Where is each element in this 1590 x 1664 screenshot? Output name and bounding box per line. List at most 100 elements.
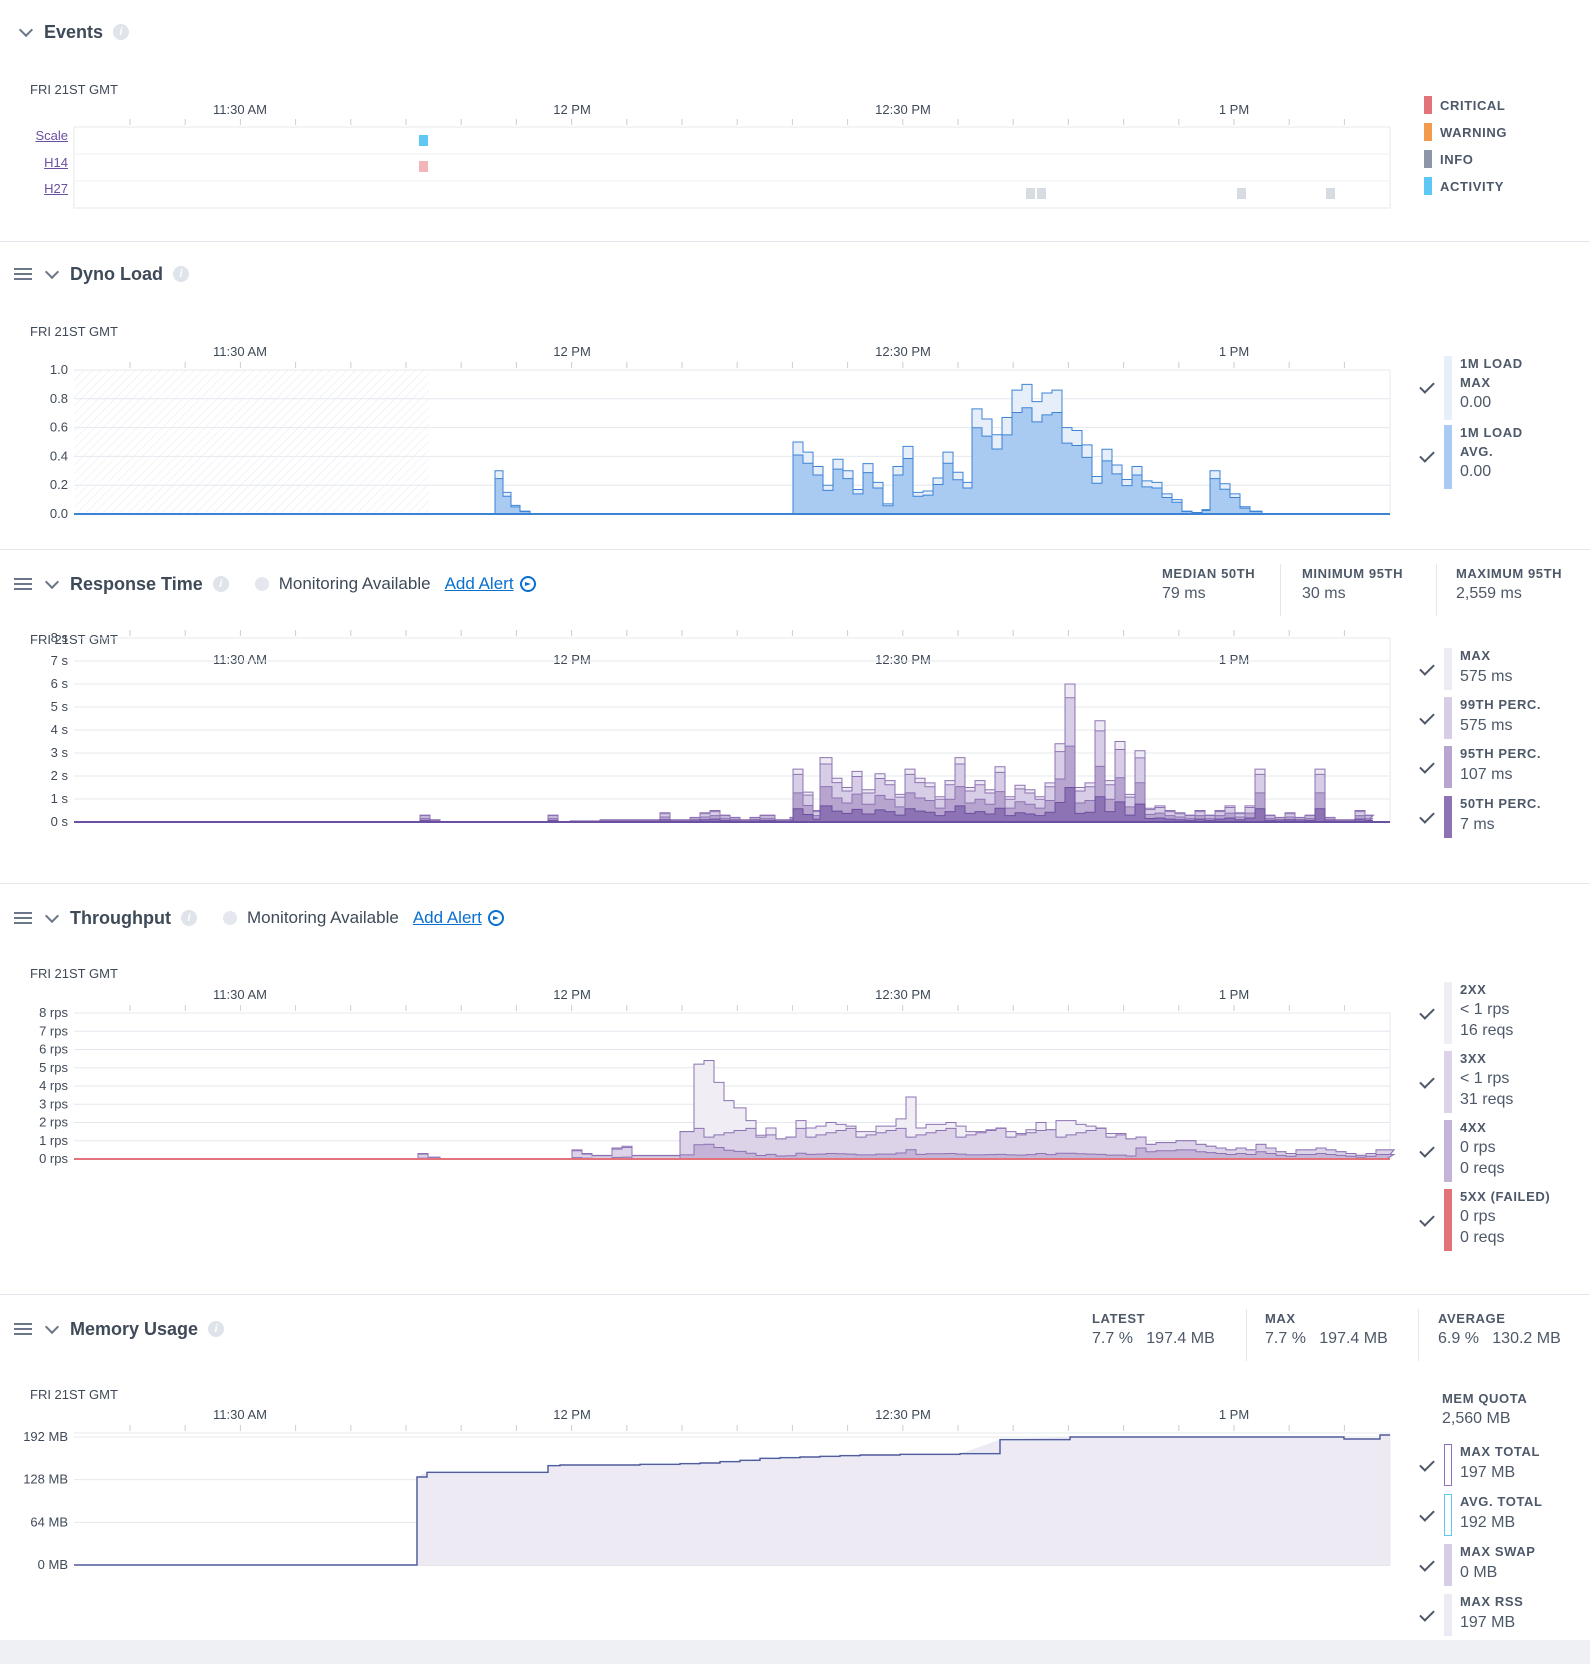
check-icon[interactable] bbox=[1419, 1073, 1435, 1089]
legend-50th-perc[interactable]: 50TH PERC. 7 ms bbox=[1419, 796, 1580, 840]
y-tick-label: 0.6 bbox=[50, 420, 68, 435]
legend-name: AVG. bbox=[1460, 444, 1494, 459]
legend-value: 192 MB bbox=[1460, 1514, 1516, 1531]
y-tick-label: 1.0 bbox=[50, 362, 68, 377]
legend-max-total[interactable]: MAX TOTAL 197 MB bbox=[1419, 1444, 1580, 1488]
check-icon[interactable] bbox=[1419, 1211, 1435, 1227]
check-icon[interactable] bbox=[1419, 660, 1435, 676]
legend-value: 0 MB bbox=[1460, 1564, 1498, 1581]
legend-swatch bbox=[1444, 1120, 1452, 1182]
check-icon[interactable] bbox=[1419, 447, 1435, 463]
check-icon[interactable] bbox=[1419, 1456, 1435, 1472]
legend-name: 4XX bbox=[1460, 1120, 1487, 1135]
legend-reqs: 31 reqs bbox=[1460, 1091, 1514, 1108]
check-icon[interactable] bbox=[1419, 758, 1435, 774]
legend-2xx[interactable]: 2XX < 1 rps 16 reqs bbox=[1419, 982, 1580, 1046]
legend-name: 50TH PERC. bbox=[1460, 796, 1542, 811]
check-icon[interactable] bbox=[1419, 1556, 1435, 1572]
legend-critical[interactable]: CRITICAL bbox=[1424, 96, 1505, 114]
legend-swatch bbox=[1444, 356, 1452, 420]
memory-chart[interactable]: 192 MB 128 MB 64 MB 0 MB bbox=[0, 1295, 1590, 1640]
info-event-marker[interactable] bbox=[1026, 188, 1035, 199]
legend-activity[interactable]: ACTIVITY bbox=[1424, 177, 1504, 195]
memory-usage-section: Memory Usage i LATEST 7.7 % 197.4 MB MAX… bbox=[0, 1295, 1590, 1640]
info-event-marker[interactable] bbox=[1037, 188, 1046, 199]
legend-swatch bbox=[1444, 796, 1452, 838]
legend-max[interactable]: MAX 575 ms bbox=[1419, 648, 1580, 692]
y-tick-label: 6 s bbox=[51, 676, 69, 691]
rt-p99-area bbox=[419, 697, 1375, 823]
legend-swatch bbox=[1444, 425, 1452, 489]
legend-label: WARNING bbox=[1440, 124, 1508, 140]
info-event-marker[interactable] bbox=[1237, 188, 1246, 199]
response-time-chart[interactable]: 8 s 7 s 6 s 5 s 4 s 3 s 2 s 1 s 0 s bbox=[0, 550, 1590, 884]
check-icon[interactable] bbox=[1419, 378, 1435, 394]
check-icon[interactable] bbox=[1419, 1506, 1435, 1522]
legend-1m-load-avg[interactable]: 1M LOAD AVG. 0.00 bbox=[1419, 425, 1580, 491]
dyno-load-chart[interactable]: 1.0 0.8 0.6 0.4 0.2 0.0 bbox=[0, 242, 1590, 550]
legend-max-swap[interactable]: MAX SWAP 0 MB bbox=[1419, 1544, 1580, 1588]
page-footer-strip bbox=[0, 1640, 1590, 1664]
legend-value: 0.00 bbox=[1460, 394, 1492, 411]
legend-name: 5XX (FAILED) bbox=[1460, 1189, 1551, 1204]
y-tick-label: 4 s bbox=[51, 722, 69, 737]
y-tick-label: 7 s bbox=[51, 653, 69, 668]
info-swatch bbox=[1424, 150, 1432, 168]
response-time-section: Response Time i Monitoring Available Add… bbox=[0, 550, 1590, 884]
no-data-region bbox=[74, 370, 429, 514]
y-tick-label: 4 rps bbox=[39, 1078, 68, 1093]
legend-value: 575 ms bbox=[1460, 668, 1513, 685]
y-tick-label: 1 rps bbox=[39, 1133, 68, 1148]
y-tick-label: 5 s bbox=[51, 699, 69, 714]
legend-5xx-failed[interactable]: 5XX (FAILED) 0 rps 0 reqs bbox=[1419, 1189, 1580, 1253]
y-tick-label: 7 rps bbox=[39, 1023, 68, 1038]
check-icon[interactable] bbox=[1419, 1004, 1435, 1020]
throughput-chart[interactable]: 8 rps 7 rps 6 rps 5 rps 4 rps 3 rps 2 rps 1 rps… bbox=[0, 884, 1590, 1295]
legend-label: CRITICAL bbox=[1440, 97, 1506, 113]
load-avg-area bbox=[494, 407, 1270, 515]
legend-info[interactable]: INFO bbox=[1424, 150, 1473, 168]
activity-event-marker[interactable] bbox=[419, 135, 428, 146]
legend-95th-perc[interactable]: 95TH PERC. 107 ms bbox=[1419, 746, 1580, 790]
warning-swatch bbox=[1424, 123, 1432, 141]
tp-series bbox=[74, 1059, 1396, 1160]
critical-swatch bbox=[1424, 96, 1432, 114]
legend-warning[interactable]: WARNING bbox=[1424, 123, 1507, 141]
legend-name: MAX SWAP bbox=[1460, 1544, 1536, 1559]
legend-swatch bbox=[1444, 982, 1452, 1044]
legend-avg-total[interactable]: AVG. TOTAL 192 MB bbox=[1419, 1494, 1580, 1538]
legend-name: 1M LOAD bbox=[1460, 425, 1523, 440]
check-icon[interactable] bbox=[1419, 1142, 1435, 1158]
y-tick-label: 0 rps bbox=[39, 1151, 68, 1166]
legend-swatch bbox=[1444, 1544, 1452, 1586]
legend-99th-perc[interactable]: 99TH PERC. 575 ms bbox=[1419, 697, 1580, 741]
y-tick-label: 0.4 bbox=[50, 448, 68, 463]
legend-name: AVG. TOTAL bbox=[1460, 1494, 1543, 1509]
y-tick-label: 6 rps bbox=[39, 1042, 68, 1057]
rt-gridlines: 8 s 7 s 6 s 5 s 4 s 3 s 2 s 1 s 0 s bbox=[51, 630, 1391, 829]
y-tick-label: 0 MB bbox=[38, 1557, 68, 1572]
y-tick-label: 8 rps bbox=[39, 1005, 68, 1020]
check-icon[interactable] bbox=[1419, 1606, 1435, 1622]
check-icon[interactable] bbox=[1419, 808, 1435, 824]
mem-quota-label: MEM QUOTA bbox=[1442, 1391, 1528, 1406]
legend-1m-load-max[interactable]: 1M LOAD MAX 0.00 bbox=[1419, 356, 1580, 422]
legend-swatch bbox=[1444, 1444, 1452, 1486]
legend-reqs: 0 reqs bbox=[1460, 1229, 1505, 1246]
legend-name: 3XX bbox=[1460, 1051, 1487, 1066]
y-tick-label: 2 s bbox=[51, 768, 69, 783]
check-icon[interactable] bbox=[1419, 709, 1435, 725]
legend-value: 0.00 bbox=[1460, 463, 1492, 480]
legend-rate: 0 rps bbox=[1460, 1139, 1496, 1156]
y-tick-label: 128 MB bbox=[23, 1472, 68, 1487]
info-event-marker[interactable] bbox=[1326, 188, 1335, 199]
critical-event-marker[interactable] bbox=[419, 161, 428, 172]
legend-value: 7 ms bbox=[1460, 816, 1495, 833]
y-tick-label: 3 s bbox=[51, 745, 69, 760]
legend-3xx[interactable]: 3XX < 1 rps 31 reqs bbox=[1419, 1051, 1580, 1115]
legend-rate: < 1 rps bbox=[1460, 1070, 1510, 1087]
y-tick-label: 1 s bbox=[51, 791, 69, 806]
legend-swatch bbox=[1444, 1051, 1452, 1113]
legend-max-rss[interactable]: MAX RSS 197 MB bbox=[1419, 1594, 1580, 1638]
legend-4xx[interactable]: 4XX 0 rps 0 reqs bbox=[1419, 1120, 1580, 1184]
